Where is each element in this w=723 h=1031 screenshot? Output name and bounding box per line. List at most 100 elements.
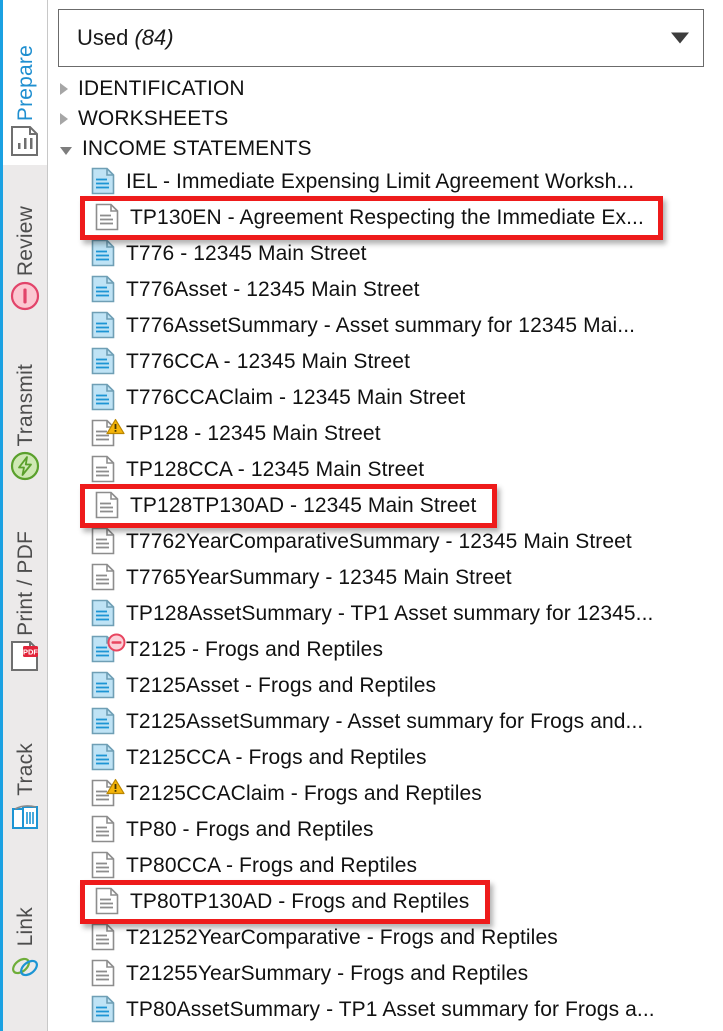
sidebar-tab-transmit[interactable]: Transmit xyxy=(3,320,47,490)
tree-group-label: WORKSHEETS xyxy=(78,107,229,130)
document-blue-icon xyxy=(91,995,117,1025)
document-white-icon xyxy=(91,851,117,881)
error-badge-icon xyxy=(107,633,126,652)
document-blue-icon xyxy=(91,599,117,629)
document-white-icon xyxy=(91,815,117,845)
tree-row-label: T776CCAClaim - 12345 Main Street xyxy=(126,386,466,409)
document-chart-icon xyxy=(7,121,43,161)
tree-row-label: T21252YearComparative - Frogs and Reptil… xyxy=(126,926,558,949)
tree-row[interactable]: T2125AssetSummary - Asset summary for Fr… xyxy=(48,704,723,740)
tree-row[interactable]: T776CCA - 12345 Main Street xyxy=(48,344,723,380)
tree-row[interactable]: T2125CCAClaim - Frogs and Reptiles xyxy=(48,776,723,812)
tree-row[interactable]: IEL - Immediate Expensing Limit Agreemen… xyxy=(48,164,723,200)
tree-row[interactable]: T776Asset - 12345 Main Street xyxy=(48,272,723,308)
document-white-icon xyxy=(95,203,121,233)
annotation-highlight-box: TP130EN - Agreement Respecting the Immed… xyxy=(80,196,663,240)
document-white-icon xyxy=(91,923,117,953)
document-white-icon xyxy=(91,527,117,557)
tree-row[interactable]: T2125CCA - Frogs and Reptiles xyxy=(48,740,723,776)
document-blue-icon xyxy=(91,275,117,305)
tree-row[interactable]: TP128AssetSummary - TP1 Asset summary fo… xyxy=(48,596,723,632)
link-chain-icon xyxy=(7,946,43,986)
chevron-down-icon[interactable] xyxy=(671,32,689,44)
sidebar-tab-label: Transmit xyxy=(13,363,37,447)
document-white-icon xyxy=(91,418,125,449)
tree-row-label: T2125 - Frogs and Reptiles xyxy=(126,638,384,661)
tree-row[interactable]: TP80AssetSummary - TP1 Asset summary for… xyxy=(48,992,723,1028)
tree-row-label: T7762YearComparativeSummary - 12345 Main… xyxy=(126,530,632,553)
svg-text:PDF: PDF xyxy=(23,648,38,657)
tree-row[interactable]: T7765YearSummary - 12345 Main Street xyxy=(48,560,723,596)
tree-row-label: TP80 - Frogs and Reptiles xyxy=(126,818,374,841)
document-blue-icon xyxy=(91,707,117,737)
sidebar-tab-label: Review xyxy=(13,205,37,276)
annotation-highlight-box: TP128TP130AD - 12345 Main Street xyxy=(80,484,497,528)
tree-row-label: T776Asset - 12345 Main Street xyxy=(126,278,420,301)
tree-row[interactable]: T776CCAClaim - 12345 Main Street xyxy=(48,380,723,416)
tree-row-label: T2125CCAClaim - Frogs and Reptiles xyxy=(126,782,482,805)
tree-row[interactable]: T776AssetSummary - Asset summary for 123… xyxy=(48,308,723,344)
tree-row[interactable]: T21252YearComparative - Frogs and Reptil… xyxy=(48,920,723,956)
tree-row-label: IEL - Immediate Expensing Limit Agreemen… xyxy=(126,170,635,193)
tree-row[interactable]: TP80CCA - Frogs and Reptiles xyxy=(48,848,723,884)
document-white-icon xyxy=(91,778,125,809)
tree-group-worksheets[interactable]: WORKSHEETS xyxy=(48,104,723,134)
sidebar-tab-link[interactable]: Link xyxy=(3,840,47,990)
tree-row[interactable]: T7762YearComparativeSummary - 12345 Main… xyxy=(48,524,723,560)
sidebar-tab-prepare[interactable]: Prepare xyxy=(3,0,47,165)
tree-row-label: T776AssetSummary - Asset summary for 123… xyxy=(126,314,636,337)
chevron-right-icon[interactable] xyxy=(60,113,68,125)
chevron-right-icon[interactable] xyxy=(60,83,68,95)
tree-row-label: TP128CCA - 12345 Main Street xyxy=(126,458,425,481)
left-ribbon: Prepare Review Transmit PDF Print / PDF … xyxy=(0,0,48,1031)
warning-badge-icon xyxy=(106,418,125,435)
document-blue-icon xyxy=(91,633,126,665)
sidebar-tab-review[interactable]: Review xyxy=(3,165,47,320)
tree-row[interactable]: TP128 - 12345 Main Street xyxy=(48,416,723,452)
forms-panel: Used (84) IDENTIFICATION WORKSHEETS INCO… xyxy=(48,0,723,1031)
tree-row-label: T2125AssetSummary - Asset summary for Fr… xyxy=(126,710,644,733)
sidebar-tab-print-pdf[interactable]: PDF Print / PDF xyxy=(3,490,47,680)
form-filter-dropdown[interactable]: Used (84) xyxy=(58,9,704,67)
sidebar-tab-label: Prepare xyxy=(13,44,37,121)
tree-row[interactable]: T2125Asset - Frogs and Reptiles xyxy=(48,668,723,704)
document-blue-icon xyxy=(91,167,117,197)
tree-row-label: T21255YearSummary - Frogs and Reptiles xyxy=(126,962,529,985)
document-blue-icon xyxy=(91,743,117,773)
document-white-icon xyxy=(95,491,121,521)
document-white-icon xyxy=(91,959,117,989)
tree-row-label: TP80TP130AD - Frogs and Reptiles xyxy=(130,890,470,913)
annotation-highlight-box: TP80TP130AD - Frogs and Reptiles xyxy=(80,880,490,924)
tree-row[interactable]: T21255YearSummary - Frogs and Reptiles xyxy=(48,956,723,992)
filter-count: (84) xyxy=(134,25,174,50)
tree-row-label: TP80CCA - Frogs and Reptiles xyxy=(126,854,418,877)
filter-label: Used xyxy=(77,25,129,50)
document-blue-icon xyxy=(91,347,117,377)
tree-row-label: T776CCA - 12345 Main Street xyxy=(126,350,411,373)
warning-badge-icon xyxy=(106,778,125,795)
tree-row-label: TP128 - 12345 Main Street xyxy=(126,422,381,445)
filter-selected-value: Used (84) xyxy=(59,25,174,51)
tree-group-identification[interactable]: IDENTIFICATION xyxy=(48,74,723,104)
tree-row-label: TP80AssetSummary - TP1 Asset summary for… xyxy=(126,998,655,1021)
tree-group-income-statements[interactable]: INCOME STATEMENTS xyxy=(48,134,723,164)
tree-row[interactable]: T2125 - Frogs and Reptiles xyxy=(48,632,723,668)
document-blue-icon xyxy=(91,239,117,269)
tree-group-label: IDENTIFICATION xyxy=(78,77,245,100)
tree-row[interactable]: TP80 - Frogs and Reptiles xyxy=(48,812,723,848)
transmit-bolt-icon xyxy=(7,446,43,486)
sidebar-tab-label: Link xyxy=(13,906,37,946)
tree-row-label: TP128AssetSummary - TP1 Asset summary fo… xyxy=(126,602,654,625)
tree-row[interactable]: T776 - 12345 Main Street xyxy=(48,236,723,272)
document-blue-icon xyxy=(91,311,117,341)
tree-row[interactable]: TP128CCA - 12345 Main Street xyxy=(48,452,723,488)
document-white-icon xyxy=(95,887,121,917)
sidebar-tab-label: Track xyxy=(13,743,37,796)
tree-row-label: T776 - 12345 Main Street xyxy=(126,242,367,265)
document-blue-icon xyxy=(91,383,117,413)
tree-row-label: TP130EN - Agreement Respecting the Immed… xyxy=(130,206,644,229)
document-blue-icon xyxy=(91,671,117,701)
tree-group-label: INCOME STATEMENTS xyxy=(82,137,312,160)
chevron-down-icon[interactable] xyxy=(60,146,72,155)
sidebar-tab-track[interactable]: Track xyxy=(3,680,47,840)
